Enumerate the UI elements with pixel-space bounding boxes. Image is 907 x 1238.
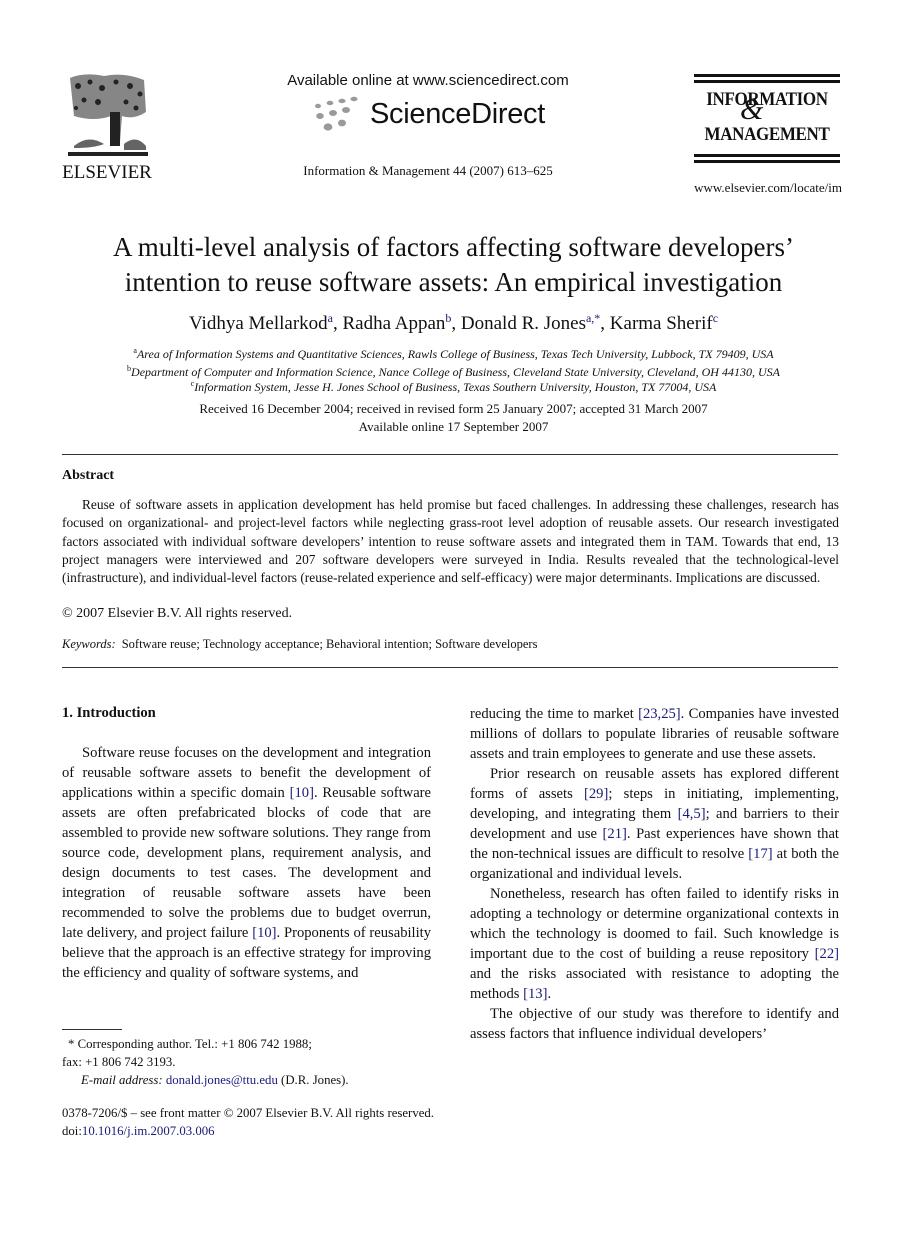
journal-reference: Information & Management 44 (2007) 613–6… bbox=[303, 163, 553, 178]
logo-word-management: MANAGEMENT bbox=[704, 125, 830, 145]
citation-link[interactable]: [29] bbox=[584, 786, 608, 802]
sciencedirect-availability[interactable]: Available online at www.sciencedirect.co… bbox=[270, 72, 586, 89]
elsevier-tree-icon bbox=[68, 74, 148, 156]
paragraph: Prior research on reusable assets has ex… bbox=[470, 766, 839, 882]
sciencedirect-wordmark: ScienceDirect bbox=[370, 98, 545, 130]
sciencedirect-logo[interactable]: ScienceDirect bbox=[308, 94, 558, 136]
abstract-heading: Abstract bbox=[62, 468, 115, 483]
footnote-email: E-mail address: donald.jones@ttu.edu (D.… bbox=[81, 1073, 349, 1087]
author[interactable]: Karma Sherifc bbox=[610, 311, 718, 334]
author-list: Vidhya Mellarkoda, Radha Appanb, Donald … bbox=[40, 311, 867, 335]
paragraph: reducing the time to market [23,25]. Com… bbox=[470, 706, 839, 762]
citation-link[interactable]: [4,5] bbox=[678, 806, 706, 822]
affiliation-c: cInformation System, Jesse H. Jones Scho… bbox=[190, 379, 717, 394]
logo-rule bbox=[694, 80, 840, 83]
doi: doi:10.1016/j.im.2007.03.006 bbox=[62, 1124, 215, 1138]
citation-link[interactable]: [10] bbox=[252, 925, 276, 941]
paragraph: The objective of our study was therefore… bbox=[470, 1006, 839, 1042]
footnote-corresponding-author: * Corresponding author. Tel.: +1 806 742… bbox=[68, 1037, 312, 1051]
citation-link[interactable]: [23,25] bbox=[638, 706, 681, 722]
journal-url[interactable]: www.elsevier.com/locate/im bbox=[682, 180, 842, 196]
footnote-divider bbox=[62, 1029, 122, 1030]
right-column: reducing the time to market [23,25]. Com… bbox=[470, 704, 839, 1044]
logo-word-information: INFORMATION bbox=[706, 90, 828, 110]
front-matter-notice: 0378-7206/$ – see front matter © 2007 El… bbox=[62, 1106, 434, 1120]
keywords-list: Software reuse; Technology acceptance; B… bbox=[121, 637, 538, 651]
keywords: Keywords: Software reuse; Technology acce… bbox=[62, 637, 537, 652]
divider bbox=[62, 667, 838, 668]
separator: , bbox=[451, 313, 461, 334]
affiliation-mark[interactable]: c bbox=[713, 311, 718, 325]
citation-link[interactable]: [17] bbox=[748, 846, 772, 862]
separator: , bbox=[600, 313, 610, 334]
section-heading-introduction: 1. Introduction bbox=[62, 705, 156, 721]
keywords-label: Keywords: bbox=[62, 637, 116, 651]
paragraph: Nonetheless, research has often failed t… bbox=[470, 886, 839, 1002]
footnote-fax: fax: +1 806 742 3193. bbox=[62, 1055, 176, 1069]
logo-rule bbox=[694, 154, 840, 157]
elsevier-wordmark: ELSEVIER bbox=[62, 162, 152, 183]
title-line-1: A multi-level analysis of factors affect… bbox=[112, 232, 794, 262]
citation-link[interactable]: [21] bbox=[603, 826, 627, 842]
author[interactable]: Vidhya Mellarkoda bbox=[189, 311, 333, 334]
affiliation-b: bDepartment of Computer and Information … bbox=[127, 364, 780, 379]
citation-link[interactable]: [22] bbox=[815, 946, 839, 962]
author[interactable]: Donald R. Jonesa,* bbox=[461, 311, 600, 334]
affiliation-a: aArea of Information Systems and Quantit… bbox=[133, 346, 774, 361]
paragraph: Software reuse focuses on the developmen… bbox=[62, 745, 432, 981]
abstract-copyright: © 2007 Elsevier B.V. All rights reserved… bbox=[62, 606, 293, 621]
paper-title: A multi-level analysis of factors affect… bbox=[40, 230, 867, 300]
sciencedirect-dots-icon bbox=[315, 96, 358, 131]
citation-link[interactable]: [13] bbox=[523, 986, 547, 1002]
affiliation-mark[interactable]: a,* bbox=[586, 311, 600, 325]
logo-rule bbox=[694, 160, 840, 163]
citation-link[interactable]: [10] bbox=[290, 785, 314, 801]
author[interactable]: Radha Appanb bbox=[342, 311, 451, 334]
received-dates: Received 16 December 2004; received in r… bbox=[199, 401, 708, 416]
abstract-body: Reuse of software assets in application … bbox=[62, 497, 839, 586]
divider bbox=[62, 454, 838, 455]
left-column: Software reuse focuses on the developmen… bbox=[62, 743, 431, 983]
available-online-date: Available online 17 September 2007 bbox=[358, 419, 549, 434]
elsevier-logo: ELSEVIER bbox=[60, 72, 154, 183]
doi-link[interactable]: 10.1016/j.im.2007.03.006 bbox=[82, 1124, 215, 1138]
email-link[interactable]: donald.jones@ttu.edu bbox=[166, 1073, 278, 1087]
logo-ampersand: & bbox=[740, 93, 764, 126]
journal-logo: INFORMATION & MANAGEMENT bbox=[694, 74, 840, 163]
title-line-2: intention to reuse software assets: An e… bbox=[124, 267, 783, 297]
logo-rule bbox=[694, 74, 840, 77]
